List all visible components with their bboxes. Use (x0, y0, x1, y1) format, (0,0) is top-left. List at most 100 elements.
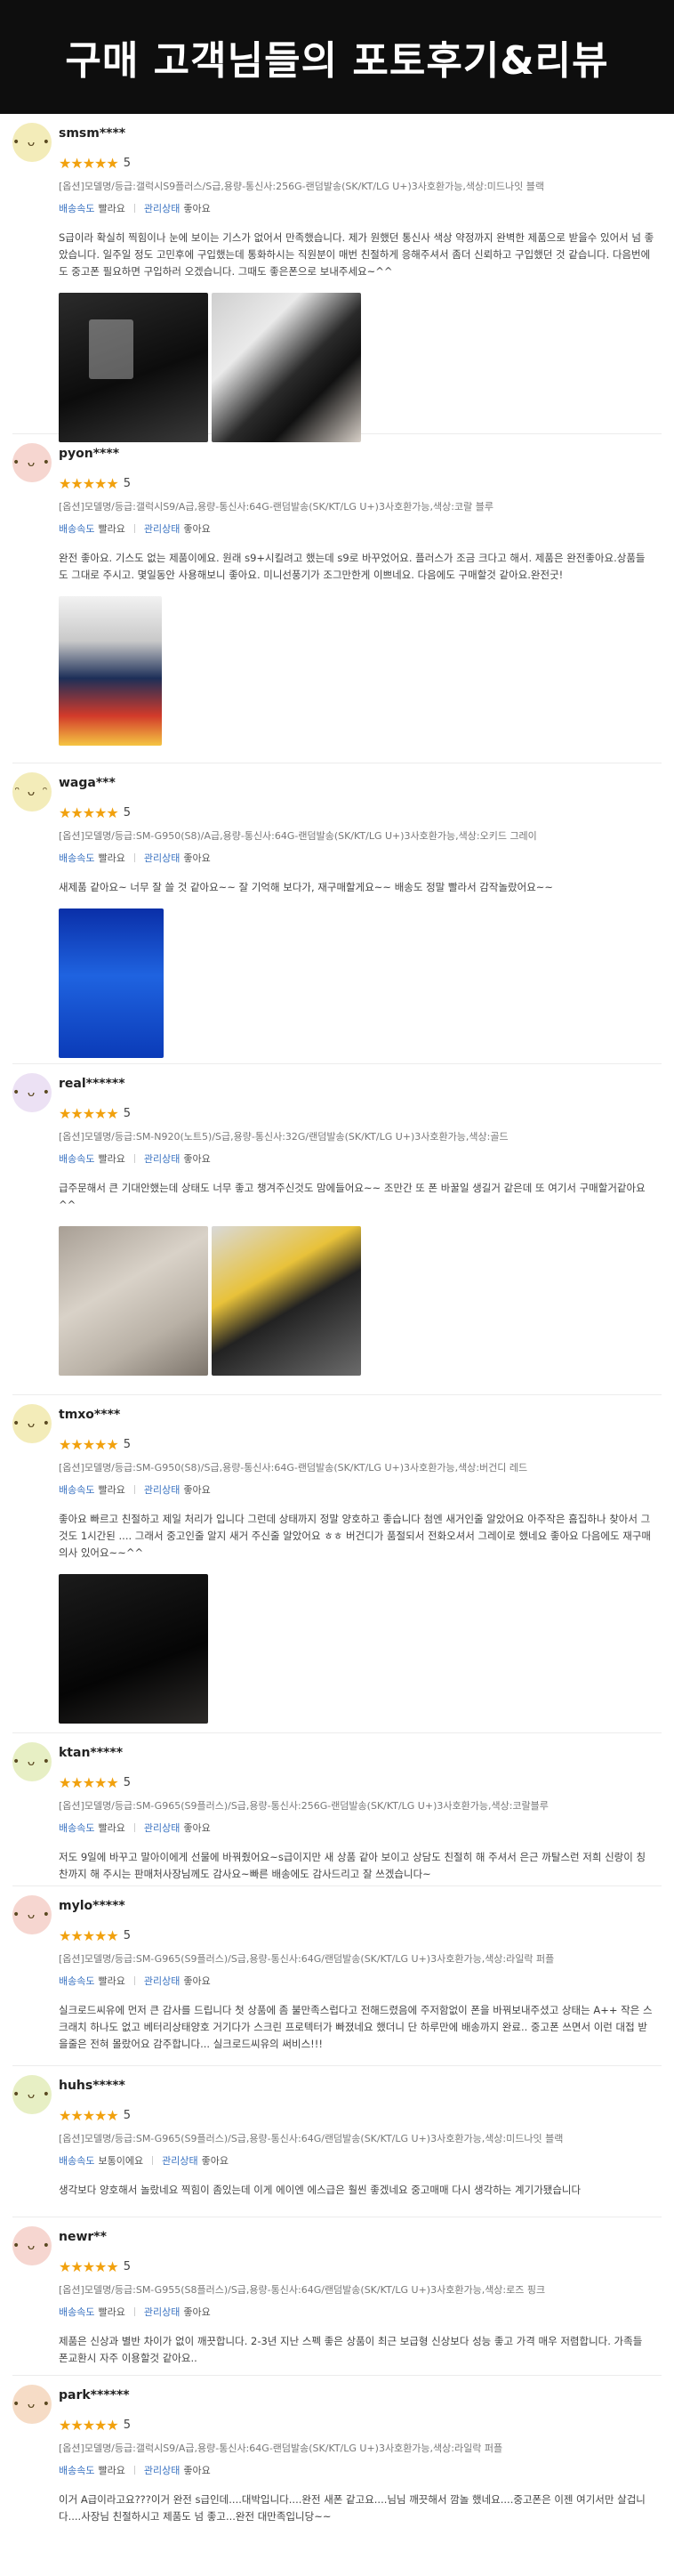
rating-score: 5 (123, 805, 131, 820)
state-label: 관리상태 (143, 203, 181, 214)
review-item: • ᴗ • ktan***** ★★★★★ 5 [옵션]모델명/등급:SM-G96… (12, 1733, 662, 1886)
state-value: 좋아요 (183, 523, 211, 535)
state-label: 관리상태 (162, 2155, 198, 2167)
state-value: 좋아요 (183, 2306, 211, 2318)
avatar: • ᴗ • (12, 1895, 52, 1934)
state-value: 좋아요 (183, 1153, 211, 1165)
purchase-option: [옵션]모델명/등급:SM-G950(S8)/A급,용량-통신사:64G-랜덤발… (59, 830, 537, 842)
purchase-option: [옵션]모델명/등급:SM-N920(노트5)/S급,용량-통신사:32G/랜덤… (59, 1131, 509, 1143)
rating-score: 5 (123, 476, 131, 490)
star-rating-icon: ★★★★★ (59, 474, 119, 492)
review-item: • ᴗ • smsm**** ★★★★★ 5 [옵션]모델명/등급:갤럭시S9플러… (12, 114, 662, 442)
review-text: 급주문해서 큰 기대안했는데 상태도 너무 좋고 챙겨주신것도 맘에들어요~~ … (59, 1182, 646, 1211)
rating-score: 5 (123, 156, 131, 170)
reviewer-name: smsm**** (59, 126, 126, 141)
shipping-value: 빨라요 (98, 2465, 125, 2476)
review-text: 실크로드씨유에 먼저 큰 감사를 드립니다 첫 상품에 좀 불만족스럽다고 전해… (59, 2004, 653, 2050)
avatar: • ᴗ • (12, 123, 52, 162)
review-item: • ᴗ • tmxo**** ★★★★★ 5 [옵션]모델명/등급:SM-G950… (12, 1395, 662, 1733)
avatar: • ᴗ • (12, 2385, 52, 2424)
shipping-label: 배송속도 (59, 2465, 95, 2476)
reviewer-name: huhs***** (59, 2079, 125, 2093)
review-page: 구매 고객님들의 포토후기&리뷰 • ᴗ • smsm**** ★★★★★ 5 [… (0, 0, 674, 2576)
state-label: 관리상태 (143, 1975, 181, 1987)
state-value: 좋아요 (183, 2465, 211, 2476)
rating-score: 5 (123, 1437, 131, 1451)
review-photo[interactable] (212, 1226, 361, 1376)
shipping-value: 빨라요 (98, 1484, 125, 1496)
state-value: 좋아요 (183, 1484, 211, 1496)
shipping-value: 빨라요 (98, 852, 125, 864)
star-rating-icon: ★★★★★ (59, 2416, 119, 2434)
review-photo[interactable] (59, 908, 164, 1058)
shipping-value: 빨라요 (98, 2306, 125, 2318)
avatar: • ᴗ • (12, 1073, 52, 1112)
shipping-label: 배송속도 (59, 1484, 95, 1496)
review-photo[interactable] (59, 293, 208, 442)
review-item: • ᴗ • huhs***** ★★★★★ 5 [옵션]모델명/등급:SM-G96… (12, 2066, 662, 2217)
shipping-value: 빨라요 (98, 1153, 125, 1165)
state-value: 좋아요 (183, 1975, 211, 1987)
state-value: 좋아요 (183, 203, 211, 214)
shipping-label: 배송속도 (59, 1153, 95, 1165)
state-value: 좋아요 (183, 852, 211, 864)
state-label: 관리상태 (143, 2306, 181, 2318)
star-rating-icon: ★★★★★ (59, 803, 119, 821)
page-header: 구매 고객님들의 포토후기&리뷰 (0, 0, 674, 114)
state-label: 관리상태 (143, 1484, 181, 1496)
reviewer-name: tmxo**** (59, 1408, 121, 1422)
shipping-label: 배송속도 (59, 523, 95, 535)
review-text: 좋아요 빠르고 친절하고 제일 처리가 입니다 그런데 상태까지 정말 양호하고… (59, 1513, 651, 1559)
avatar: • ᴗ • (12, 443, 52, 482)
reviewer-name: ktan***** (59, 1746, 124, 1760)
rating-score: 5 (123, 2259, 131, 2273)
star-rating-icon: ★★★★★ (59, 1435, 119, 1453)
purchase-option: [옵션]모델명/등급:SM-G965(S9플러스)/S급,용량-통신사:256G… (59, 1800, 549, 1812)
review-item: • ᴗ • real****** ★★★★★ 5 [옵션]모델명/등급:SM-N9… (12, 1064, 662, 1395)
shipping-label: 배송속도 (59, 203, 95, 214)
review-text: 생각보다 양호해서 놀랐네요 찍힘이 좀있는데 이게 에이엔 에스급은 훨씬 좋… (59, 2184, 582, 2196)
state-label: 관리상태 (143, 523, 181, 535)
state-label: 관리상태 (143, 2465, 181, 2476)
shipping-value: 빨라요 (98, 1822, 125, 1834)
star-rating-icon: ★★★★★ (59, 1104, 119, 1122)
purchase-option: [옵션]모델명/등급:SM-G965(S9플러스)/S급,용량-통신사:64G/… (59, 2133, 564, 2144)
star-rating-icon: ★★★★★ (59, 1926, 119, 1944)
star-rating-icon: ★★★★★ (59, 2257, 119, 2275)
reviewer-name: pyon**** (59, 447, 120, 461)
avatar: ᵔ ᴗ ᵔ (12, 772, 52, 812)
star-rating-icon: ★★★★★ (59, 1773, 119, 1791)
review-item: • ᴗ • newr** ★★★★★ 5 [옵션]모델명/등급:SM-G955(S… (12, 2217, 662, 2376)
avatar: • ᴗ • (12, 2226, 52, 2265)
shipping-label: 배송속도 (59, 2306, 95, 2318)
shipping-label: 배송속도 (59, 2155, 95, 2167)
rating-score: 5 (123, 1928, 131, 1942)
state-value: 좋아요 (201, 2155, 229, 2167)
avatar: • ᴗ • (12, 2075, 52, 2114)
shipping-value: 빨라요 (98, 523, 125, 535)
review-text: S급이라 확실히 찍힘이나 눈에 보이는 기스가 없어서 만족했습니다. 제가 … (59, 231, 654, 278)
review-list: • ᴗ • smsm**** ★★★★★ 5 [옵션]모델명/등급:갤럭시S9플러… (0, 114, 674, 2554)
avatar: • ᴗ • (12, 1742, 52, 1781)
star-rating-icon: ★★★★★ (59, 2106, 119, 2124)
purchase-option: [옵션]모델명/등급:SM-G965(S9플러스)/S급,용량-통신사:64G/… (59, 1953, 555, 1965)
review-photo[interactable] (212, 293, 361, 442)
shipping-label: 배송속도 (59, 1822, 95, 1834)
shipping-label: 배송속도 (59, 852, 95, 864)
star-rating-icon: ★★★★★ (59, 154, 119, 172)
rating-score: 5 (123, 1775, 131, 1789)
rating-score: 5 (123, 2108, 131, 2122)
state-label: 관리상태 (143, 852, 181, 864)
page-title: 구매 고객님들의 포토후기&리뷰 (65, 38, 609, 84)
review-item: • ᴗ • park****** ★★★★★ 5 [옵션]모델명/등급:갤럭시S9… (12, 2376, 662, 2554)
review-text: 제품은 신상과 별반 차이가 없이 깨끗합니다. 2-3년 지난 스펙 좋은 상… (59, 2335, 643, 2364)
rating-score: 5 (123, 1106, 131, 1120)
review-item: ᵔ ᴗ ᵔ waga*** ★★★★★ 5 [옵션]모델명/등급:SM-G950(… (12, 763, 662, 1064)
purchase-option: [옵션]모델명/등급:갤럭시S9플러스/S급,용량-통신사:256G-랜덤발송(… (59, 181, 545, 192)
review-photo[interactable] (59, 596, 162, 746)
review-photo[interactable] (59, 1574, 208, 1724)
review-item: • ᴗ • mylo***** ★★★★★ 5 [옵션]모델명/등급:SM-G96… (12, 1886, 662, 2066)
rating-score: 5 (123, 2418, 131, 2432)
review-photo[interactable] (59, 1226, 208, 1376)
shipping-value: 보통이에요 (98, 2155, 144, 2167)
